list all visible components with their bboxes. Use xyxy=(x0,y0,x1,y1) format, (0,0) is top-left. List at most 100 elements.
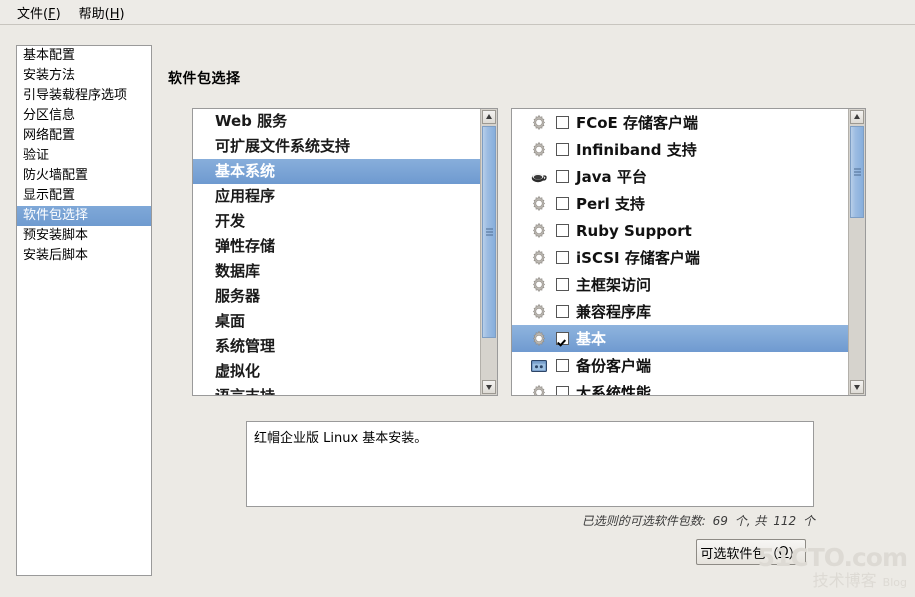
package-checkbox[interactable] xyxy=(556,170,569,183)
package-group-label: 可扩展文件系统支持 xyxy=(215,137,351,155)
package-checkbox[interactable] xyxy=(556,224,569,237)
sidebar-item-label: 预安装脚本 xyxy=(23,228,89,243)
package-group-label: Web 服务 xyxy=(215,112,288,130)
package-group-row[interactable]: Web 服务 xyxy=(193,109,480,134)
sidebar-item[interactable]: 防火墙配置 xyxy=(17,166,151,186)
gear-icon xyxy=(530,222,548,240)
scroll-down-arrow-icon[interactable] xyxy=(850,380,864,394)
sidebar-item-label: 安装方法 xyxy=(23,68,76,83)
package-label: 备份客户端 xyxy=(576,357,652,375)
package-row[interactable]: 兼容程序库 xyxy=(512,298,848,325)
package-checkbox[interactable] xyxy=(556,305,569,318)
sidebar-item[interactable]: 显示配置 xyxy=(17,186,151,206)
package-checkbox[interactable] xyxy=(556,197,569,210)
menu-bar: 文件(F) 帮助(H) xyxy=(0,0,915,25)
scroll-up-arrow-icon[interactable] xyxy=(850,110,864,124)
gear-icon xyxy=(530,330,548,348)
sidebar-item[interactable]: 基本配置 xyxy=(17,46,151,66)
package-label: Perl 支持 xyxy=(576,195,645,213)
package-checkbox[interactable] xyxy=(556,251,569,264)
sidebar-item[interactable]: 验证 xyxy=(17,146,151,166)
status-prefix: 已选则的可选软件包数: xyxy=(581,514,706,528)
package-group-row[interactable]: 语言支持 xyxy=(193,384,480,395)
package-row[interactable]: 基本 xyxy=(512,325,848,352)
scroll-up-arrow-icon[interactable] xyxy=(482,110,496,124)
package-group-row[interactable]: 桌面 xyxy=(193,309,480,334)
package-group-label: 系统管理 xyxy=(215,337,276,355)
package-row[interactable]: FCoE 存储客户端 xyxy=(512,109,848,136)
status-selected-count: 69 xyxy=(712,514,728,528)
package-row[interactable]: 主框架访问 xyxy=(512,271,848,298)
group-list-scrollbar-thumb[interactable] xyxy=(482,126,496,338)
gear-icon xyxy=(530,303,548,321)
package-description-box: 红帽企业版 Linux 基本安装。 xyxy=(246,421,814,507)
package-group-row[interactable]: 可扩展文件系统支持 xyxy=(193,134,480,159)
package-group-label: 虚拟化 xyxy=(215,362,261,380)
sidebar-item[interactable]: 网络配置 xyxy=(17,126,151,146)
package-group-row[interactable]: 服务器 xyxy=(193,284,480,309)
package-group-label: 桌面 xyxy=(215,312,246,330)
package-checkbox[interactable] xyxy=(556,386,569,395)
package-group-label: 服务器 xyxy=(215,287,261,305)
package-label: Ruby Support xyxy=(576,221,692,240)
package-group-row[interactable]: 弹性存储 xyxy=(193,234,480,259)
package-list-scrollbar-thumb[interactable] xyxy=(850,126,864,218)
menu-item-help[interactable]: 帮助(H) xyxy=(70,1,134,24)
sidebar-item-label: 分区信息 xyxy=(23,108,76,123)
package-group-label: 应用程序 xyxy=(215,187,276,205)
package-group-row[interactable]: 数据库 xyxy=(193,259,480,284)
status-total-count: 112 xyxy=(773,514,797,528)
page-title: 软件包选择 xyxy=(168,71,241,87)
menu-item-file[interactable]: 文件(F) xyxy=(8,1,70,24)
package-list[interactable]: FCoE 存储客户端 Infiniband 支持 Java 平台 Perl 支持 Rub… xyxy=(511,108,866,396)
menu-item-help-accel: (H) xyxy=(104,6,125,22)
package-group-row[interactable]: 应用程序 xyxy=(193,184,480,209)
sidebar-item[interactable]: 预安装脚本 xyxy=(17,226,151,246)
status-unit-1: 个, xyxy=(734,514,751,528)
package-group-list-inner: Web 服务可扩展文件系统支持基本系统应用程序开发 弹性存储 数据库服务器桌面系统管… xyxy=(193,109,480,395)
package-row[interactable]: iSCSI 存储客户端 xyxy=(512,244,848,271)
package-group-row[interactable]: 虚拟化 xyxy=(193,359,480,384)
package-checkbox[interactable] xyxy=(556,332,569,345)
package-group-row[interactable]: 系统管理 xyxy=(193,334,480,359)
package-label: 基本 xyxy=(576,330,607,348)
sidebar-item[interactable]: 分区信息 xyxy=(17,106,151,126)
package-row[interactable]: 备份客户端 xyxy=(512,352,848,379)
package-checkbox[interactable] xyxy=(556,359,569,372)
sidebar-item[interactable]: 安装后脚本 xyxy=(17,246,151,266)
package-checkbox[interactable] xyxy=(556,143,569,156)
coffee-cup-icon xyxy=(530,168,548,186)
gear-icon xyxy=(530,384,548,395)
package-checkbox[interactable] xyxy=(556,116,569,129)
package-row[interactable]: 大系统性能 xyxy=(512,379,848,395)
menu-item-file-label: 文件 xyxy=(17,6,44,22)
package-list-inner: FCoE 存储客户端 Infiniband 支持 Java 平台 Perl 支持 Rub… xyxy=(512,109,848,395)
package-description-text: 红帽企业版 Linux 基本安装。 xyxy=(254,431,428,446)
package-row[interactable]: Ruby Support xyxy=(512,217,848,244)
package-group-row[interactable]: 开发 xyxy=(193,209,480,234)
package-group-label: 语言支持 xyxy=(215,387,275,395)
optional-packages-button[interactable]: 可选软件包（ O） xyxy=(696,539,806,565)
group-list-scrollbar[interactable] xyxy=(480,109,497,395)
package-label: Infiniband 支持 xyxy=(576,141,697,159)
sidebar-item[interactable]: 软件包选择 xyxy=(17,206,151,226)
sidebar-item-label: 网络配置 xyxy=(23,128,76,143)
menu-item-help-label: 帮助 xyxy=(78,6,105,22)
scroll-down-arrow-icon[interactable] xyxy=(482,380,496,394)
sidebar-item[interactable]: 引导装载程序选项 xyxy=(17,86,151,106)
package-row[interactable]: Perl 支持 xyxy=(512,190,848,217)
package-label: iSCSI 存储客户端 xyxy=(576,249,700,267)
sidebar-item-label: 软件包选择 xyxy=(23,208,89,223)
gear-icon xyxy=(530,114,548,132)
sidebar-item[interactable]: 安装方法 xyxy=(17,66,151,86)
package-row[interactable]: Java 平台 xyxy=(512,163,848,190)
gear-icon xyxy=(530,249,548,267)
optional-packages-button-label-end: ） xyxy=(788,546,802,562)
package-label: FCoE 存储客户端 xyxy=(576,114,699,132)
package-row[interactable]: Infiniband 支持 xyxy=(512,136,848,163)
sidebar-item-label: 引导装载程序选项 xyxy=(23,88,128,103)
package-group-row[interactable]: 基本系统 xyxy=(193,159,480,184)
package-checkbox[interactable] xyxy=(556,278,569,291)
package-group-list[interactable]: Web 服务可扩展文件系统支持基本系统应用程序开发 弹性存储 数据库服务器桌面系统管… xyxy=(192,108,498,396)
package-list-scrollbar[interactable] xyxy=(848,109,865,395)
